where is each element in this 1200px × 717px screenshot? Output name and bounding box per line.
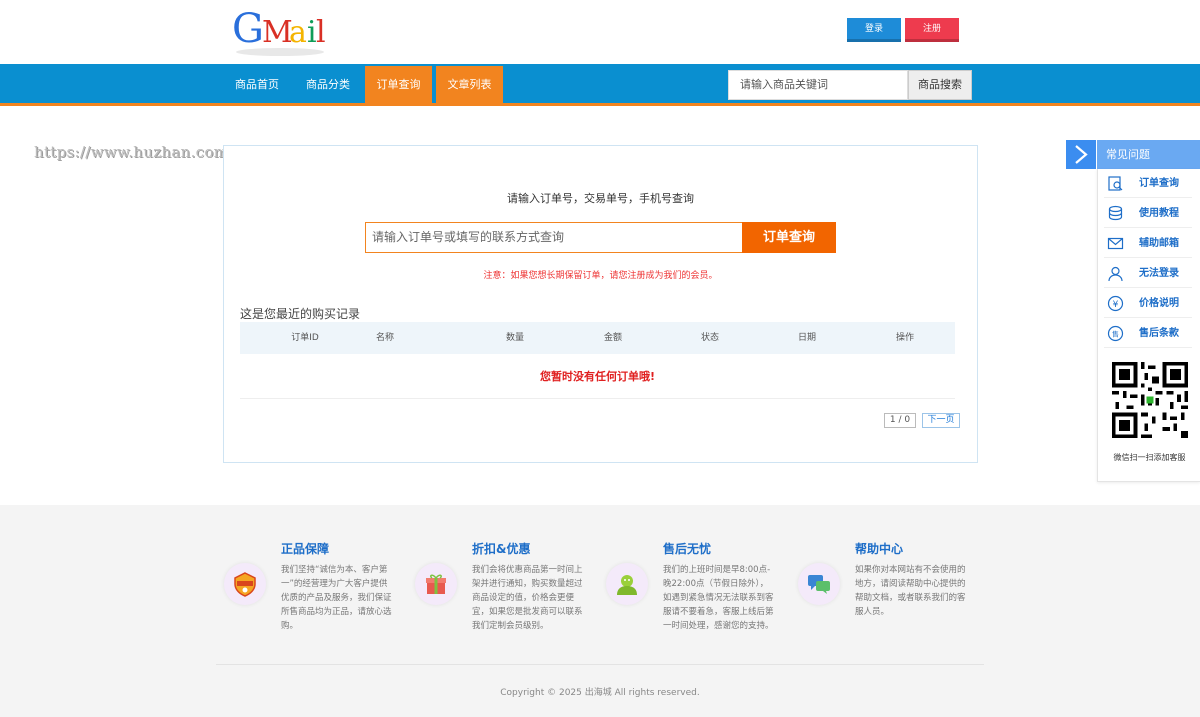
footer-column-help: 帮助中心 如果你对本网站有不会使用的地方，请阅读帮助中心提供的帮助文档，或者联系… xyxy=(798,505,988,645)
logo[interactable]: G M a i l xyxy=(232,6,332,58)
chat-icon xyxy=(798,563,840,605)
after-sale-icon: 售 xyxy=(1107,325,1124,342)
coins-icon xyxy=(1108,205,1123,221)
faq-list: 订单查询 使用教程 辅助邮箱 无法登录 ¥ 价格说明 售 售后条款 微信扫一扫添… xyxy=(1097,169,1200,482)
footer-title: 正品保障 xyxy=(281,542,330,556)
faq-item-label: 订单查询 xyxy=(1139,178,1179,189)
footer-column-discount: 折扣&优惠 我们会将优惠商品第一时间上架并进行通知，购买数量超过商品设定的值，价… xyxy=(415,505,605,645)
order-search-input[interactable]: 请输入订单号或填写的联系方式查询 xyxy=(365,222,743,253)
yen-icon: ¥ xyxy=(1107,295,1124,312)
copyright: Copyright © 2025 出海城 All rights reserved… xyxy=(500,688,700,698)
footer: 正品保障 我们坚持“诚信为本、客户第一”的经营理为广大客户提供优质的产品及服务，… xyxy=(0,505,1200,717)
column-header-quantity: 数量 xyxy=(505,333,524,343)
service-icon xyxy=(606,563,648,605)
faq-item-label: 售后条款 xyxy=(1139,328,1179,339)
main-nav: 商品首页 商品分类 订单查询 文章列表 请输入商品关键词 商品搜索 xyxy=(0,64,1200,106)
page-count: 1 / 0 xyxy=(884,413,916,428)
footer-text: 如果你对本网站有不会使用的地方，请阅读帮助中心提供的帮助文档，或者联系我们的客服… xyxy=(855,565,966,617)
next-page-button[interactable]: 下一页 xyxy=(922,413,960,428)
nav-item-home[interactable]: 商品首页 xyxy=(222,66,292,103)
faq-header: 常见问题 xyxy=(1097,140,1200,169)
table-divider xyxy=(240,398,955,399)
member-notice: 注意：如果您想长期保留订单，请您注册成为我们的会员。 xyxy=(483,271,718,281)
faq-item-order-query[interactable]: 订单查询 xyxy=(1104,169,1192,198)
faq-side-panel: 常见问题 订单查询 使用教程 辅助邮箱 无法登录 ¥ 价格说明 售 售后条款 微… xyxy=(1066,140,1200,482)
faq-item-mail[interactable]: 辅助邮箱 xyxy=(1104,229,1192,258)
order-query-panel: 请输入订单号，交易单号，手机号查询 请输入订单号或填写的联系方式查询 订单查询 … xyxy=(223,145,978,463)
faq-item-price[interactable]: ¥ 价格说明 xyxy=(1104,289,1192,318)
footer-text: 我们会将优惠商品第一时间上架并进行通知，购买数量超过商品设定的值，价格会更便宜，… xyxy=(472,565,583,631)
svg-text:l: l xyxy=(316,15,326,50)
collapse-arrow-icon[interactable] xyxy=(1066,140,1096,169)
column-header-order-id: 订单ID xyxy=(291,333,319,343)
nav-item-categories[interactable]: 商品分类 xyxy=(293,66,363,103)
wechat-qr-code xyxy=(1112,362,1188,438)
footer-column-service: 售后无忧 我们的上班时间是早8:00点-晚22:00点（节假日除外），如遇到紧急… xyxy=(606,505,796,645)
product-search-input[interactable]: 请输入商品关键词 xyxy=(728,70,908,100)
badge-icon xyxy=(224,563,266,605)
empty-orders-message: 您暂时没有任何订单哦! xyxy=(539,370,656,383)
footer-text: 我们的上班时间是早8:00点-晚22:00点（节假日除外），如遇到紧急情况无法联… xyxy=(663,565,774,631)
faq-item-tutorial[interactable]: 使用教程 xyxy=(1104,199,1192,228)
svg-text:¥: ¥ xyxy=(1113,300,1119,310)
footer-title: 帮助中心 xyxy=(855,542,904,556)
footer-column-genuine: 正品保障 我们坚持“诚信为本、客户第一”的经营理为广大客户提供优质的产品及服务，… xyxy=(224,505,414,645)
svg-text:a: a xyxy=(289,15,307,50)
order-query-button[interactable]: 订单查询 xyxy=(742,222,836,253)
user-icon xyxy=(1108,266,1123,282)
login-button[interactable]: 登录 xyxy=(847,18,901,42)
query-prompt: 请输入订单号，交易单号，手机号查询 xyxy=(507,192,694,205)
faq-item-login[interactable]: 无法登录 xyxy=(1104,259,1192,288)
orders-table-header: 订单ID 名称 数量 金额 状态 日期 操作 xyxy=(240,322,955,354)
register-button[interactable]: 注册 xyxy=(905,18,959,42)
svg-text:售: 售 xyxy=(1112,330,1119,339)
footer-title: 售后无忧 xyxy=(663,542,712,556)
search-doc-icon xyxy=(1108,176,1123,191)
column-header-date: 日期 xyxy=(797,333,816,343)
column-header-status: 状态 xyxy=(700,333,719,343)
faq-item-label: 使用教程 xyxy=(1139,208,1179,219)
nav-item-articles[interactable]: 文章列表 xyxy=(436,66,503,103)
faq-item-label: 无法登录 xyxy=(1139,268,1179,279)
column-header-name: 名称 xyxy=(375,333,394,343)
mail-icon xyxy=(1107,237,1124,250)
nav-item-order-query[interactable]: 订单查询 xyxy=(365,66,432,103)
footer-divider xyxy=(216,664,984,665)
gift-icon xyxy=(415,563,457,605)
gmail-logo-icon: G M a i l xyxy=(232,6,326,56)
column-header-amount: 金额 xyxy=(603,333,622,343)
header: G M a i l 登录 注册 xyxy=(0,0,1200,64)
product-search-button[interactable]: 商品搜索 xyxy=(908,70,972,100)
faq-item-label: 价格说明 xyxy=(1139,298,1179,309)
recent-purchases-title: 这是您最近的购买记录 xyxy=(240,307,361,321)
footer-text: 我们坚持“诚信为本、客户第一”的经营理为广大客户提供优质的产品及服务，我们保证所… xyxy=(281,565,392,631)
qr-caption: 微信扫一扫添加客服 xyxy=(1113,453,1186,462)
faq-item-after-sale[interactable]: 售 售后条款 xyxy=(1104,319,1192,348)
faq-item-label: 辅助邮箱 xyxy=(1139,238,1179,249)
column-header-action: 操作 xyxy=(895,333,914,343)
svg-text:G: G xyxy=(232,6,264,52)
footer-title: 折扣&优惠 xyxy=(472,542,531,556)
